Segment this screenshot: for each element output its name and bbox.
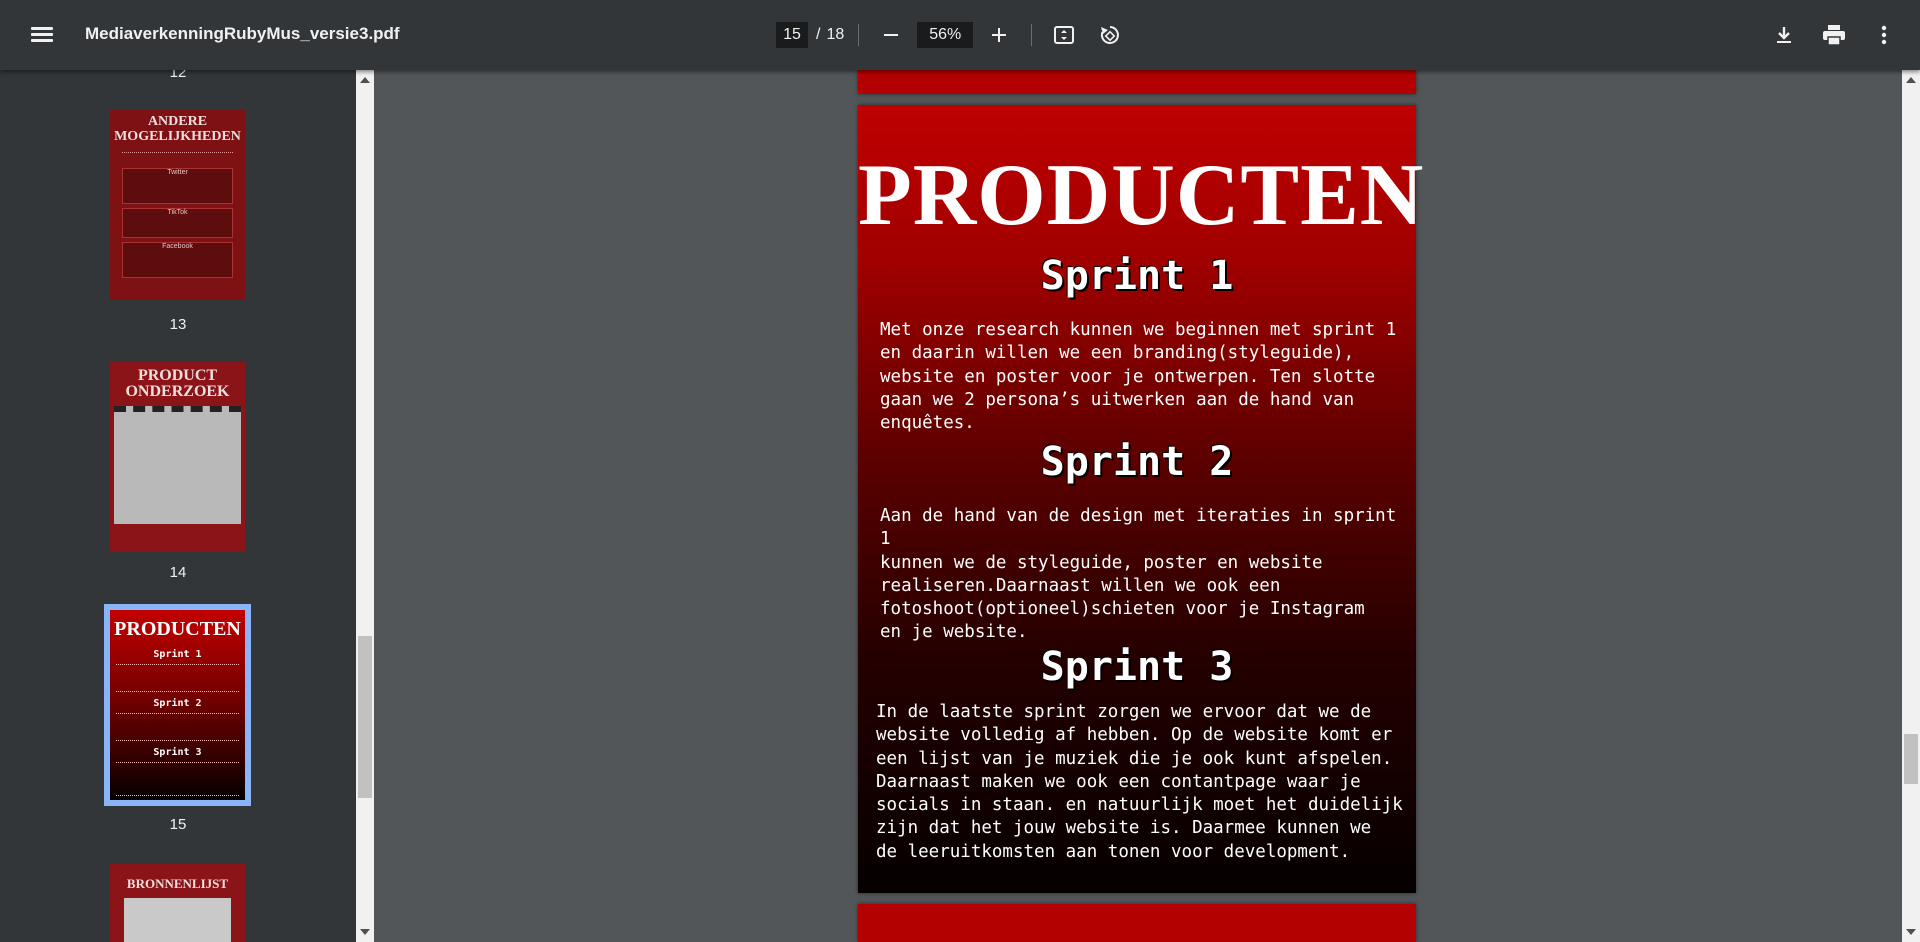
fit-page-icon[interactable] xyxy=(1046,17,1082,53)
thumbnail-page-14[interactable]: PRODUCT ONDERZOEK xyxy=(110,362,245,552)
sprint-text: Met onze research kunnen we beginnen met… xyxy=(880,320,1397,434)
sprint-text: Aan de hand van de design met iteraties … xyxy=(880,506,1397,643)
thumbnail-page-15[interactable]: PRODUCTEN Sprint 1 Sprint 2 Sprint 3 xyxy=(104,604,251,806)
document-scrollbar[interactable] xyxy=(1902,70,1920,942)
zoom-out-icon[interactable] xyxy=(873,17,909,53)
thumbnail-section: Sprint 1 xyxy=(153,649,202,660)
toolbar-actions xyxy=(1766,17,1902,53)
thumbnail-list xyxy=(124,898,231,942)
thumbnail-page-13[interactable]: ANDERE MOGELIJKHEDEN Twitter TikTok Face… xyxy=(110,110,245,300)
scroll-up-icon[interactable] xyxy=(1906,77,1916,83)
pdf-page-14-bottom xyxy=(858,70,1416,94)
rotate-icon[interactable] xyxy=(1092,17,1128,53)
scroll-up-icon[interactable] xyxy=(360,77,370,83)
thumbnail-section: Twitter xyxy=(122,168,233,204)
page-title: PRODUCTEN xyxy=(858,147,1425,244)
thumbnail-section: Sprint 3 xyxy=(153,747,202,758)
toolbar-divider xyxy=(1031,24,1033,46)
thumbnail-section: Facebook xyxy=(122,242,233,278)
thumbnail-page-16[interactable]: BRONNENLIJST xyxy=(110,864,245,942)
download-icon[interactable] xyxy=(1766,17,1802,53)
total-pages: 18 xyxy=(826,26,845,43)
print-icon[interactable] xyxy=(1816,17,1852,53)
thumbnail-section: Sprint 2 xyxy=(153,698,202,709)
pdf-page-16-top xyxy=(858,904,1416,942)
file-name: MediaverkenningRubyMus_versie3.pdf xyxy=(85,24,400,43)
zoom-input[interactable] xyxy=(917,22,974,48)
page-separator: / xyxy=(816,26,821,43)
thumbnail-number: 12 xyxy=(169,70,187,81)
sprint-heading: Sprint 1 xyxy=(1040,253,1234,299)
thumbnail-notebook xyxy=(114,406,241,524)
thumbnail-title: BRONNENLIJST xyxy=(126,876,229,891)
thumbnail-section: TikTok xyxy=(122,208,233,238)
page-controls: / 18 xyxy=(776,19,1128,51)
sidebar-scrollbar[interactable] xyxy=(356,70,374,942)
page-number-input[interactable] xyxy=(776,22,808,48)
thumbnail-title: PRODUCTEN xyxy=(114,618,241,640)
thumbnail-number: 14 xyxy=(169,564,187,581)
thumbnail-title: PRODUCT ONDERZOEK xyxy=(125,367,230,400)
menu-icon[interactable] xyxy=(28,24,56,46)
toolbar-divider xyxy=(858,24,860,46)
sprint-text: In de laatste sprint zorgen we ervoor da… xyxy=(876,702,1403,862)
zoom-in-icon[interactable] xyxy=(981,17,1017,53)
sprint-heading: Sprint 2 xyxy=(1040,439,1234,485)
thumbnail-number: 13 xyxy=(169,316,187,333)
thumbnail-number: 15 xyxy=(169,816,187,833)
sprint-heading: Sprint 3 xyxy=(1040,644,1234,690)
pdf-page-15: PRODUCTEN Sprint 1 Met onze research kun… xyxy=(858,105,1425,893)
more-vert-icon[interactable] xyxy=(1866,17,1902,53)
thumbnail-sidebar: 12 ANDERE MOGELIJKHEDEN Twitter TikTok F… xyxy=(0,70,356,942)
thumbnail-title: ANDERE MOGELIJKHEDEN xyxy=(114,114,241,144)
pdf-toolbar: MediaverkenningRubyMus_versie3.pdf / 18 xyxy=(0,0,1920,70)
scroll-down-icon[interactable] xyxy=(1906,929,1916,935)
scrollbar-thumb[interactable] xyxy=(358,636,372,798)
scroll-down-icon[interactable] xyxy=(360,929,370,935)
scrollbar-thumb[interactable] xyxy=(1904,734,1918,784)
